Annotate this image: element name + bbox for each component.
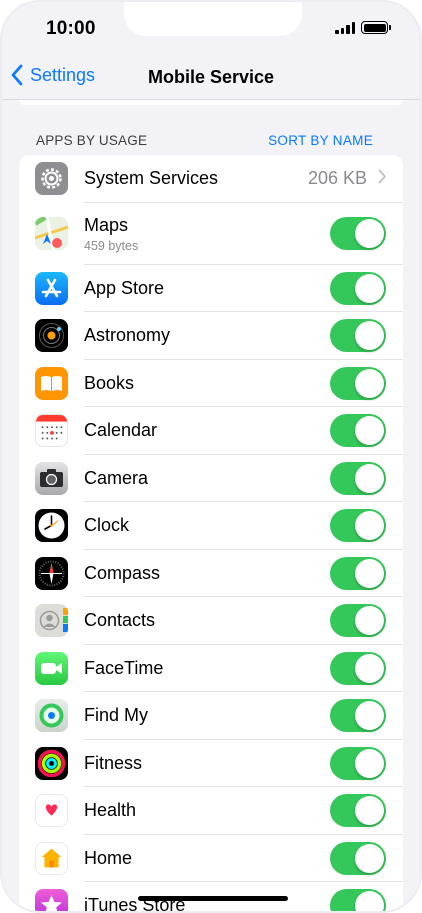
compass-icon (35, 556, 68, 590)
health-icon (35, 794, 68, 828)
list-item-label: Clock (84, 515, 130, 536)
list-item-label: Books (84, 372, 135, 393)
list-item-books: Books (19, 360, 403, 407)
list-item-label: FaceTime (84, 657, 164, 678)
maps-icon (35, 217, 68, 250)
list-item-astronomy: Astronomy (19, 312, 403, 360)
battery-icon (361, 21, 391, 34)
home-toggle[interactable] (330, 841, 386, 875)
itunes-store-toggle[interactable] (330, 889, 386, 911)
list-item-fitness: Fitness (19, 740, 403, 787)
list-item-label: Contacts (84, 610, 156, 631)
list-item-find-my: Find My (19, 692, 403, 740)
astronomy-toggle[interactable] (330, 319, 386, 353)
camera-icon (35, 461, 68, 495)
calendar-icon (35, 414, 68, 448)
list-item-label: System Services (84, 168, 219, 189)
calendar-toggle[interactable] (330, 414, 386, 448)
list-item-calendar: Calendar (19, 407, 403, 455)
facetime-toggle[interactable] (330, 651, 386, 685)
find-my-icon (35, 699, 68, 733)
list-item-clock: Clock (19, 502, 403, 550)
list-item-maps: Maps 459 bytes (19, 203, 403, 265)
navigation-bar: Settings Mobile Service (2, 58, 420, 100)
cellular-signal-icon (335, 21, 355, 34)
camera-toggle[interactable] (330, 461, 386, 495)
fitness-icon (35, 746, 68, 780)
app-store-icon (35, 271, 68, 305)
notch (124, 2, 302, 36)
page-title: Mobile Service (147, 67, 275, 87)
list-item-home: Home (19, 835, 403, 882)
previous-section-card (19, 100, 403, 105)
list-item-system-services[interactable]: System Services 206 KB (19, 155, 403, 203)
chevron-right-icon (378, 168, 387, 189)
status-bar: 10:00 (2, 2, 420, 58)
apps-list: System Services 206 KB Maps 459 bytes Ap… (19, 155, 403, 911)
astronomy-icon (35, 319, 68, 353)
list-item-app-store: App Store (19, 265, 403, 312)
itunes-store-icon (35, 889, 68, 911)
home-indicator[interactable] (138, 896, 288, 901)
list-item-label: Find My (84, 705, 149, 726)
clock-icon (35, 509, 68, 543)
list-item-label: Camera (84, 467, 149, 488)
sort-by-name-button[interactable]: SORT BY NAME (268, 133, 373, 148)
system-services-icon (35, 162, 68, 196)
list-item-label: Calendar (84, 420, 158, 441)
list-item-label: Maps (84, 214, 129, 235)
contacts-toggle[interactable] (330, 604, 386, 638)
clock-toggle[interactable] (330, 509, 386, 543)
section-title: APPS BY USAGE (36, 133, 148, 148)
status-icons (335, 21, 391, 34)
list-item-contacts: Contacts (19, 597, 403, 645)
list-item-label: Fitness (84, 752, 143, 773)
phone-screen: 10:00 Settings Mobile Service APPS BY US… (0, 0, 422, 913)
list-item-health: Health (19, 787, 403, 835)
home-icon (35, 841, 68, 875)
maps-usage: 459 bytes (84, 238, 139, 253)
settings-content: APPS BY USAGE SORT BY NAME System Servic… (19, 100, 403, 911)
compass-toggle[interactable] (330, 556, 386, 590)
app-store-toggle[interactable] (330, 271, 386, 305)
find-my-toggle[interactable] (330, 699, 386, 733)
facetime-icon (35, 651, 68, 685)
books-icon (35, 366, 68, 400)
section-header: APPS BY USAGE SORT BY NAME (19, 115, 403, 155)
status-time: 10:00 (46, 18, 96, 39)
contacts-icon (35, 604, 68, 638)
books-toggle[interactable] (330, 366, 386, 400)
list-item-camera: Camera (19, 455, 403, 502)
fitness-toggle[interactable] (330, 746, 386, 780)
health-toggle[interactable] (330, 794, 386, 828)
list-item-label: App Store (84, 277, 165, 298)
list-item-compass: Compass (19, 550, 403, 597)
list-item-label: Astronomy (84, 325, 171, 346)
list-item-label: Health (84, 800, 137, 821)
system-services-usage: 206 KB (307, 168, 367, 189)
list-item-label: Compass (84, 562, 161, 583)
maps-toggle[interactable] (330, 217, 386, 250)
list-item-facetime: FaceTime (19, 645, 403, 692)
list-item-label: Home (84, 847, 133, 868)
